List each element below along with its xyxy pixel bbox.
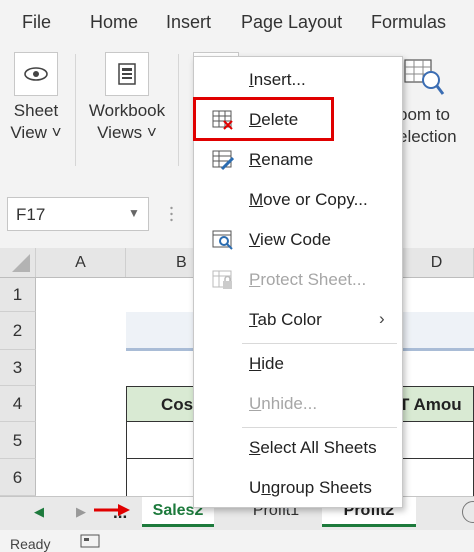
menu-formulas[interactable]: Formulas <box>371 12 446 33</box>
row-header-6[interactable]: 6 <box>0 459 36 496</box>
menu-page-layout[interactable]: Page Layout <box>241 12 342 33</box>
table-header-amount: T Amou <box>399 395 462 414</box>
menu-hide-sheet[interactable]: Hide <box>194 345 402 383</box>
zoom-to-selection-label[interactable]: oom to election <box>398 104 474 148</box>
menu-move-or-copy[interactable]: Move or Copy... <box>194 181 402 219</box>
row-header-5[interactable]: 5 <box>0 422 36 459</box>
menu-tab-color[interactable]: Tab Color › <box>194 301 402 339</box>
rename-sheet-icon <box>212 150 234 171</box>
eye-icon <box>24 67 48 81</box>
row-header-4[interactable]: 4 <box>0 386 36 422</box>
menu-rename-sheet[interactable]: Rename <box>194 141 402 179</box>
delete-highlight-box <box>193 97 334 141</box>
row-header-1[interactable]: 1 <box>0 278 36 312</box>
column-header-d[interactable]: D <box>400 248 474 277</box>
menu-home[interactable]: Home <box>90 12 138 33</box>
scroll-tabs-right-icon[interactable]: ▶ <box>76 504 86 520</box>
chevron-right-icon: › <box>379 309 385 328</box>
workbook-views-button[interactable] <box>105 52 149 96</box>
ribbon-divider <box>178 54 179 166</box>
menu-file[interactable]: File <box>22 12 51 33</box>
status-bar: Ready <box>0 530 474 552</box>
ribbon-divider <box>75 54 76 166</box>
name-box-value: F17 <box>16 205 46 224</box>
formula-bar-grip-icon <box>170 206 173 222</box>
workbook-icon <box>118 63 136 85</box>
menu-bar: File Home Insert Page Layout Formulas <box>0 0 474 46</box>
row-header-2[interactable]: 2 <box>0 312 36 350</box>
table-header-cost: Cos <box>161 395 194 414</box>
sheet-context-menu: Insert... Delete Rename Move or Copy... <box>193 56 403 508</box>
name-box[interactable]: F17 ▼ <box>7 197 149 231</box>
select-all-triangle-icon <box>12 254 30 272</box>
menu-view-code[interactable]: View Code <box>194 221 402 259</box>
protect-sheet-icon <box>212 270 232 289</box>
sheet-view-label[interactable]: Sheet View ˅ <box>8 100 64 144</box>
menu-ungroup-sheets[interactable]: Ungroup Sheets <box>194 469 402 507</box>
zoom-to-selection-button[interactable] <box>403 58 445 98</box>
view-code-icon <box>212 230 233 250</box>
new-sheet-button[interactable] <box>462 501 474 523</box>
menu-insert[interactable]: Insert <box>166 12 211 33</box>
chevron-down-icon[interactable]: ▼ <box>128 206 140 220</box>
zoom-to-selection-icon <box>404 59 445 95</box>
select-all-corner[interactable] <box>0 248 36 277</box>
menu-insert-sheet[interactable]: Insert... <box>194 61 402 99</box>
menu-separator <box>242 343 397 344</box>
scroll-tabs-left-icon[interactable]: ◀ <box>34 504 44 520</box>
workbook-views-label[interactable]: Workbook Views ˅ <box>84 100 170 144</box>
menu-separator <box>242 427 397 428</box>
tabs-ellipsis[interactable]: ... <box>113 503 127 523</box>
menu-unhide-sheet: Unhide... <box>249 394 318 413</box>
column-header-a[interactable]: A <box>36 248 126 277</box>
status-text: Ready <box>10 536 51 552</box>
menu-protect-sheet: Protect Sheet... <box>194 261 402 299</box>
menu-select-all-sheets[interactable]: Select All Sheets <box>194 429 402 467</box>
row-header-3[interactable]: 3 <box>0 350 36 386</box>
macro-record-icon[interactable] <box>80 534 100 548</box>
sheet-view-button[interactable] <box>14 52 58 96</box>
